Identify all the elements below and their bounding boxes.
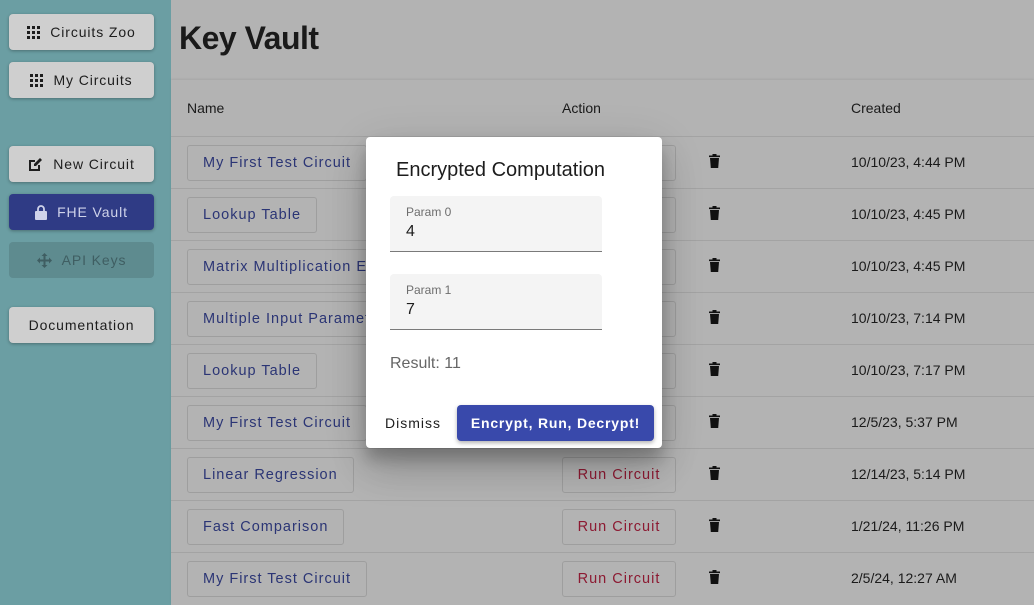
created-date: 10/10/23, 4:45 PM [851, 258, 966, 274]
sidebar-item-my-circuits[interactable]: My Circuits [9, 62, 154, 98]
delete-icon[interactable] [709, 362, 720, 381]
field-label: Param 1 [406, 283, 452, 297]
dismiss-button[interactable]: Dismiss [374, 405, 452, 441]
page-title: Key Vault [179, 20, 319, 56]
delete-icon[interactable] [709, 414, 720, 433]
sidebar-item-label: Circuits Zoo [50, 24, 136, 40]
table-row: Fast Comparison Run Circuit 1/21/24, 11:26… [171, 500, 1034, 552]
created-date: 12/5/23, 5:37 PM [851, 414, 958, 430]
table-row: My First Test Circuit Run Circuit 2/5/24, … [171, 552, 1034, 604]
delete-icon[interactable] [709, 258, 720, 277]
sidebar-item-fhe-vault[interactable]: FHE Vault [9, 194, 154, 230]
circuit-name-button[interactable]: My First Test Circuit [187, 561, 368, 597]
field-value[interactable]: 4 [406, 223, 415, 241]
created-date: 10/10/23, 7:17 PM [851, 362, 966, 378]
delete-icon[interactable] [709, 518, 720, 537]
result-text: Result: 11 [390, 355, 461, 372]
created-date: 2/5/24, 12:27 AM [851, 570, 957, 586]
sidebar-item-label: API Keys [61, 252, 127, 268]
grid-icon [30, 73, 44, 87]
sidebar-item-documentation[interactable]: Documentation [9, 307, 154, 343]
delete-icon[interactable] [709, 154, 720, 173]
created-date: 10/10/23, 4:45 PM [851, 206, 966, 222]
sidebar-item-circuits-zoo[interactable]: Circuits Zoo [9, 14, 154, 50]
created-date: 10/10/23, 4:44 PM [851, 154, 966, 170]
sidebar-item-new-circuit[interactable]: New Circuit [9, 146, 154, 182]
sidebar-item-label: My Circuits [53, 72, 133, 88]
field-label: Param 0 [406, 205, 452, 219]
encrypt-run-decrypt-button[interactable]: Encrypt, Run, Decrypt! [457, 405, 654, 441]
circuit-name-button[interactable]: Lookup Table [187, 353, 318, 389]
sidebar-item-label: FHE Vault [57, 204, 128, 220]
circuit-name-button[interactable]: My First Test Circuit [187, 145, 368, 181]
circuit-name-button[interactable]: Fast Comparison [187, 509, 345, 545]
column-header-action: Action [562, 100, 601, 116]
delete-icon[interactable] [709, 570, 720, 589]
grid-icon [27, 25, 41, 39]
column-header-name: Name [187, 100, 225, 116]
lock-icon [35, 204, 48, 220]
table-row: Linear Regression Run Circuit 12/14/23, 5:… [171, 448, 1034, 500]
circuit-name-button[interactable]: Linear Regression [187, 457, 354, 493]
param-1-field[interactable]: Param 1 7 [390, 274, 602, 330]
delete-icon[interactable] [709, 310, 720, 329]
sidebar-item-label: New Circuit [53, 156, 135, 172]
edit-icon [29, 157, 43, 171]
field-value[interactable]: 7 [406, 301, 415, 319]
encrypted-computation-dialog: Encrypted Computation Param 0 4 Param 1 … [366, 137, 662, 448]
run-circuit-button[interactable]: Run Circuit [562, 561, 676, 597]
created-date: 10/10/23, 7:14 PM [851, 310, 966, 326]
move-arrows-icon [36, 252, 52, 268]
sidebar: Circuits Zoo My Circuits New Circuit FHE… [0, 0, 171, 605]
sidebar-item-label: Documentation [28, 317, 135, 333]
created-date: 12/14/23, 5:14 PM [851, 466, 966, 482]
created-date: 1/21/24, 11:26 PM [851, 518, 965, 534]
sidebar-item-api-keys: API Keys [9, 242, 154, 278]
dialog-title: Encrypted Computation [396, 159, 606, 181]
param-0-field[interactable]: Param 0 4 [390, 196, 602, 252]
delete-icon[interactable] [709, 206, 720, 225]
run-circuit-button[interactable]: Run Circuit [562, 457, 676, 493]
column-header-created: Created [851, 100, 901, 116]
circuit-name-button[interactable]: My First Test Circuit [187, 405, 368, 441]
delete-icon[interactable] [709, 466, 720, 485]
run-circuit-button[interactable]: Run Circuit [562, 509, 676, 545]
circuit-name-button[interactable]: Lookup Table [187, 197, 318, 233]
